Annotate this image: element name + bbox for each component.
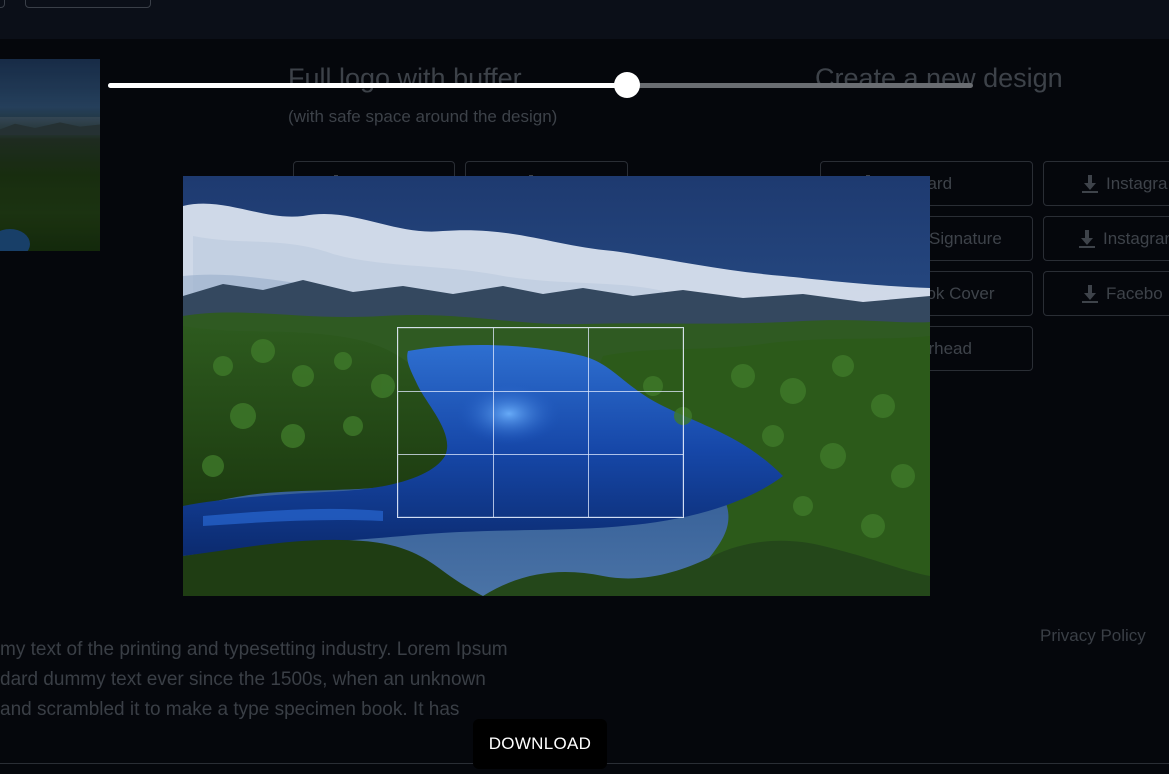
crop-grid-line [492,328,494,517]
topbar-button[interactable] [25,0,151,8]
button-label: Facebo [1106,283,1163,303]
download-instagram-story-button[interactable]: Instagran [1043,216,1169,261]
button-label: Instagran [1103,228,1169,248]
slider-handle[interactable] [614,72,640,98]
paragraph-line: my text of the printing and typesetting … [0,639,508,660]
button-label: Instagra [1106,173,1168,193]
section-subheading: (with safe space around the design) [288,107,558,126]
top-bar [0,0,1169,39]
paragraph-line: and scrambled it to make a type specimen… [0,699,460,720]
download-button[interactable]: DOWNLOAD [473,719,607,769]
slider-fill [108,83,627,88]
topbar-button[interactable] [0,0,5,8]
download-icon [1080,174,1100,194]
download-icon [1080,284,1100,304]
download-facebook-button[interactable]: Facebo [1043,271,1169,316]
button-label: Signature [929,228,1002,248]
crop-grid-line [398,390,683,392]
paragraph-line: dard dummy text ever since the 1500s, wh… [0,669,486,690]
crop-image-area[interactable] [183,176,930,596]
crop-grid-line [587,328,589,517]
privacy-policy-link[interactable]: Privacy Policy [1040,626,1146,646]
download-instagram-button[interactable]: Instagra [1043,161,1169,206]
logo-preview-thumbnail [0,59,100,251]
crop-selection-box[interactable] [397,327,684,518]
footer-paragraph: my text of the printing and typesetting … [0,635,508,725]
zoom-slider[interactable] [108,72,973,98]
download-icon [1077,229,1097,249]
crop-grid-line [398,453,683,455]
